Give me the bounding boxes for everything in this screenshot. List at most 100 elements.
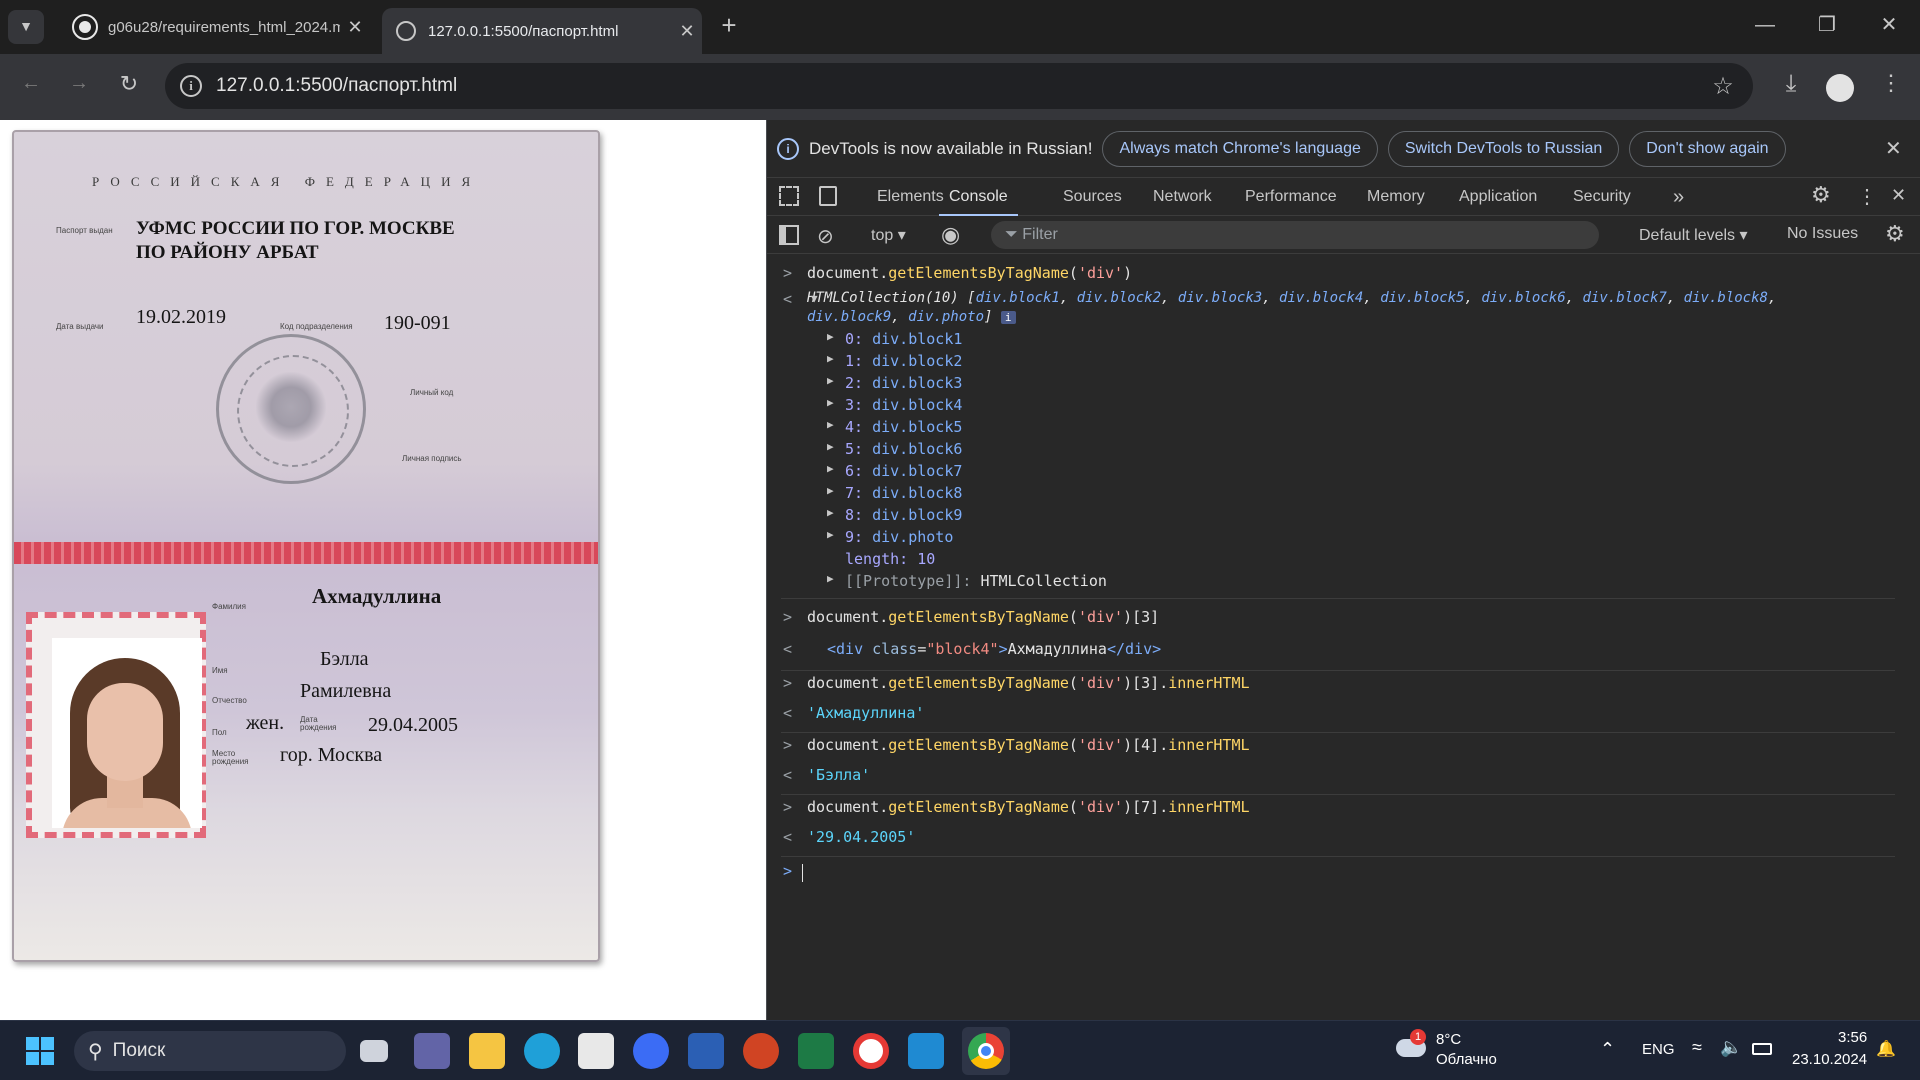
issues-button[interactable]: No Issues xyxy=(1787,225,1858,243)
volume-icon[interactable]: 🔈 xyxy=(1720,1037,1742,1058)
teams-icon[interactable] xyxy=(414,1033,450,1069)
app-icon[interactable] xyxy=(633,1033,669,1069)
tab-passport[interactable]: 127.0.0.1:5500/паспорт.html ✕ xyxy=(382,8,702,54)
tab-network[interactable]: Network xyxy=(1153,178,1212,216)
context-selector[interactable]: top ▾ xyxy=(871,225,906,245)
task-view-icon[interactable] xyxy=(360,1040,388,1062)
inspect-icon[interactable] xyxy=(779,186,799,206)
dob-value: 29.04.2005 xyxy=(368,714,458,736)
output-chevron-icon: < xyxy=(783,290,793,308)
name-label: Имя xyxy=(212,666,228,675)
address-bar[interactable]: i 127.0.0.1:5500/паспорт.html xyxy=(165,63,1753,109)
minimize-icon[interactable]: — xyxy=(1750,14,1780,37)
passport-page: РОССИЙСКАЯ ФЕДЕРАЦИЯ Паспорт выдан УФМС … xyxy=(12,130,600,962)
battery-icon[interactable] xyxy=(1752,1043,1772,1055)
bookmark-star-icon[interactable]: ☆ xyxy=(1708,72,1738,101)
settings-gear-icon[interactable]: ⚙ xyxy=(1811,182,1831,208)
edge-icon[interactable] xyxy=(524,1033,560,1069)
input-chevron-icon: > xyxy=(783,674,793,692)
close-devtools-icon[interactable]: ✕ xyxy=(1891,185,1906,206)
wifi-icon[interactable]: ≈ xyxy=(1692,1037,1702,1058)
tab-elements[interactable]: Elements xyxy=(877,178,944,216)
console-prompt[interactable]: > xyxy=(767,862,1881,886)
device-toolbar-icon[interactable] xyxy=(819,186,837,206)
page-viewport: РОССИЙСКАЯ ФЕДЕРАЦИЯ Паспорт выдан УФМС … xyxy=(0,120,766,1020)
filter-input[interactable]: ⏷ Filter xyxy=(991,221,1599,249)
filter-icon: ⏷ xyxy=(1005,226,1018,243)
dob-label: Дата рождения xyxy=(300,715,337,732)
back-icon[interactable]: ← xyxy=(16,72,46,95)
tab-application[interactable]: Application xyxy=(1459,178,1537,216)
taskbar-search[interactable]: ⚲ Поиск xyxy=(74,1031,346,1071)
surname-value: Ахмадуллина xyxy=(312,584,442,608)
tab-performance[interactable]: Performance xyxy=(1245,178,1337,216)
output-chevron-icon: < xyxy=(783,640,793,658)
issued-label: Паспорт выдан xyxy=(56,226,113,235)
expand-triangle-icon[interactable]: ▼ xyxy=(811,292,818,305)
new-tab-button[interactable]: + xyxy=(714,10,744,40)
clock-time[interactable]: 3:56 xyxy=(1838,1029,1867,1046)
yandex-browser-icon[interactable] xyxy=(853,1033,889,1069)
input-chevron-icon: > xyxy=(783,798,793,816)
globe-icon xyxy=(396,21,416,41)
reload-icon[interactable]: ↻ xyxy=(114,71,144,97)
portrait-image xyxy=(52,638,202,828)
close-tab-icon[interactable]: ✕ xyxy=(340,17,370,38)
devtools-menu-icon[interactable]: ⋮ xyxy=(1857,184,1877,209)
console-settings-icon[interactable]: ⚙ xyxy=(1885,221,1905,247)
clock-date[interactable]: 23.10.2024 xyxy=(1792,1051,1867,1068)
tab-search-button[interactable]: ▼ xyxy=(8,10,44,44)
windows-taskbar: ⚲ Поиск 1 8°C Облачно ⌃ ENG ≈ 🔈 3:56 23.… xyxy=(0,1020,1920,1080)
tab-security[interactable]: Security xyxy=(1573,178,1631,216)
language-infobar: i DevTools is now available in Russian! … xyxy=(767,120,1920,178)
close-window-icon[interactable]: ✕ xyxy=(1874,12,1904,37)
download-icon[interactable]: ⤓ xyxy=(1776,70,1806,98)
powerpoint-icon[interactable] xyxy=(743,1033,779,1069)
dont-show-button[interactable]: Don't show again xyxy=(1629,130,1786,167)
vscode-icon[interactable] xyxy=(908,1033,944,1069)
file-explorer-icon[interactable] xyxy=(469,1033,505,1069)
excel-icon[interactable] xyxy=(798,1033,834,1069)
weather-widget[interactable]: 1 8°C Облачно xyxy=(1396,1029,1506,1073)
menu-icon[interactable]: ⋮ xyxy=(1876,70,1906,96)
input-chevron-icon: > xyxy=(783,264,793,282)
word-icon[interactable] xyxy=(688,1033,724,1069)
sidebar-toggle-icon[interactable] xyxy=(779,225,799,245)
name-value: Бэлла xyxy=(320,648,369,670)
browser-toolbar: ← → ↻ i 127.0.0.1:5500/паспорт.html ☆ ⤓ … xyxy=(0,54,1920,120)
chrome-icon[interactable] xyxy=(962,1027,1010,1075)
clear-console-icon[interactable]: ⊘ xyxy=(817,224,834,249)
live-expression-eye-icon[interactable]: ◉ xyxy=(941,222,960,248)
output-chevron-icon: < xyxy=(783,766,793,784)
match-language-button[interactable]: Always match Chrome's language xyxy=(1102,130,1378,167)
output-chevron-icon: < xyxy=(783,828,793,846)
restore-icon[interactable]: ❐ xyxy=(1812,12,1842,37)
tab-sources[interactable]: Sources xyxy=(1063,178,1122,216)
tab-memory[interactable]: Memory xyxy=(1367,178,1425,216)
weather-desc: Облачно xyxy=(1436,1051,1497,1068)
issue-date: 19.02.2019 xyxy=(136,306,226,328)
prompt-chevron-icon: > xyxy=(783,862,793,880)
info-badge-icon: i xyxy=(1000,311,1016,324)
start-windows-icon[interactable] xyxy=(26,1037,54,1065)
filter-placeholder: Filter xyxy=(1022,226,1058,243)
switch-russian-button[interactable]: Switch DevTools to Russian xyxy=(1387,130,1620,167)
tab-console[interactable]: Console xyxy=(939,178,1018,216)
output-chevron-icon: < xyxy=(783,704,793,722)
more-tabs-icon[interactable]: » xyxy=(1673,178,1684,216)
site-info-icon[interactable]: i xyxy=(180,75,202,97)
close-infobar-icon[interactable]: ✕ xyxy=(1885,136,1902,161)
info-icon: i xyxy=(777,137,799,160)
forward-icon[interactable]: → xyxy=(64,72,94,95)
profile-avatar[interactable] xyxy=(1826,74,1854,102)
close-tab-icon[interactable]: ✕ xyxy=(672,21,702,42)
input-language[interactable]: ENG xyxy=(1642,1041,1675,1058)
patronymic-value: Рамилевна xyxy=(300,680,392,702)
show-hidden-icons-chevron[interactable]: ⌃ xyxy=(1600,1039,1615,1060)
devtools-panel: i DevTools is now available in Russian! … xyxy=(766,120,1920,1020)
notification-bell-icon[interactable]: 🔔 xyxy=(1876,1039,1896,1059)
tab-github[interactable]: g06u28/requirements_html_2024.m ✕ xyxy=(60,8,370,46)
store-icon[interactable] xyxy=(578,1033,614,1069)
text-caret xyxy=(802,864,803,882)
log-levels-dropdown[interactable]: Default levels ▾ xyxy=(1639,225,1748,245)
